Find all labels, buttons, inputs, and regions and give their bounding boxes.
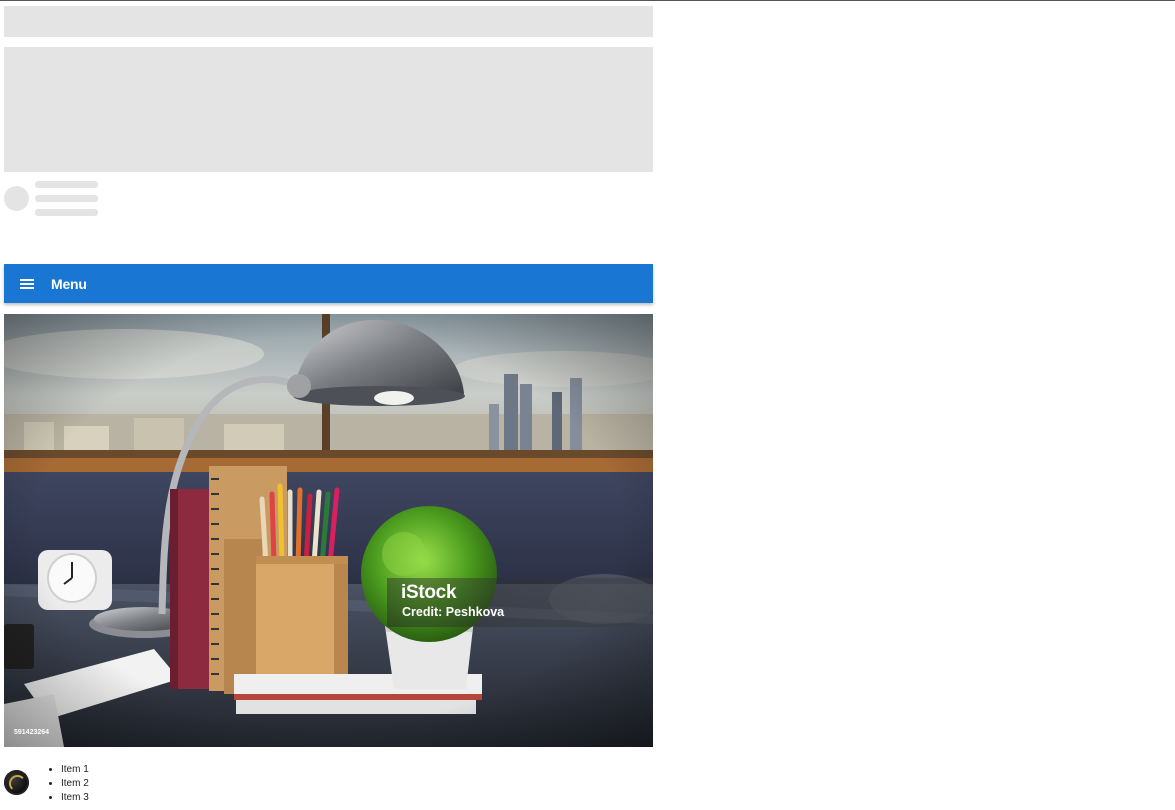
list-item: Item 2 bbox=[61, 777, 89, 791]
istock-watermark: iStock bbox=[401, 582, 457, 603]
skeleton-text-line bbox=[35, 209, 98, 216]
skeleton-header-placeholder bbox=[4, 6, 653, 37]
skeleton-text-line bbox=[35, 195, 98, 202]
photo-credit: Credit: Peshkova bbox=[402, 605, 505, 619]
app-bar: Menu bbox=[4, 264, 653, 303]
menu-label[interactable]: Menu bbox=[51, 276, 87, 292]
item-list: Item 1 Item 2 Item 3 bbox=[45, 763, 89, 805]
logo-icon bbox=[4, 770, 29, 795]
skeleton-avatar-placeholder bbox=[4, 186, 29, 211]
skeleton-content-placeholder bbox=[4, 47, 653, 172]
skeleton-text-line bbox=[35, 181, 98, 188]
desk-lamp-photo bbox=[4, 314, 653, 747]
hero-image: iStock Credit: Peshkova 591423264 bbox=[4, 314, 653, 747]
image-id-label: 591423264 bbox=[14, 729, 50, 736]
hamburger-icon[interactable] bbox=[20, 278, 34, 289]
top-border bbox=[0, 0, 1175, 1]
list-item: Item 3 bbox=[61, 791, 89, 805]
list-item: Item 1 bbox=[61, 763, 89, 777]
